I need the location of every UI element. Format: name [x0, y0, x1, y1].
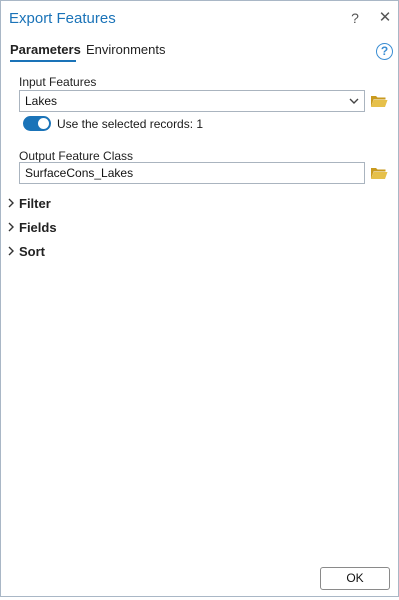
chevron-right-icon — [8, 198, 14, 208]
toggle-knob — [38, 118, 49, 129]
section-filter-label: Filter — [19, 196, 51, 211]
close-button[interactable]: ✕ — [377, 10, 393, 26]
chevron-right-icon — [8, 246, 14, 256]
dialog-title: Export Features — [9, 10, 116, 27]
use-selected-records-label: Use the selected records: 1 — [57, 117, 204, 131]
folder-open-icon[interactable] — [370, 166, 388, 180]
input-features-value: Lakes — [25, 94, 58, 108]
input-features-label: Input Features — [19, 75, 97, 89]
tool-help-icon[interactable]: ? — [376, 43, 393, 60]
export-features-dialog: Export Features ? ✕ Parameters Environme… — [0, 0, 399, 597]
section-sort-label: Sort — [19, 244, 45, 259]
output-feature-class-input[interactable] — [25, 166, 359, 180]
chevron-right-icon — [8, 222, 14, 232]
help-button[interactable]: ? — [347, 10, 363, 26]
tab-parameters[interactable]: Parameters — [10, 42, 81, 57]
use-selected-records-toggle[interactable] — [23, 116, 51, 131]
ok-button[interactable]: OK — [320, 567, 390, 590]
output-feature-class-label: Output Feature Class — [19, 149, 134, 163]
folder-open-icon[interactable] — [370, 94, 388, 108]
active-tab-indicator — [10, 60, 76, 62]
output-feature-class-field[interactable] — [19, 162, 365, 184]
section-fields-label: Fields — [19, 220, 57, 235]
title-bar: Export Features ? ✕ — [1, 1, 398, 35]
chevron-down-icon[interactable] — [348, 94, 360, 108]
input-features-dropdown[interactable]: Lakes — [19, 90, 365, 112]
tab-environments[interactable]: Environments — [86, 42, 165, 57]
